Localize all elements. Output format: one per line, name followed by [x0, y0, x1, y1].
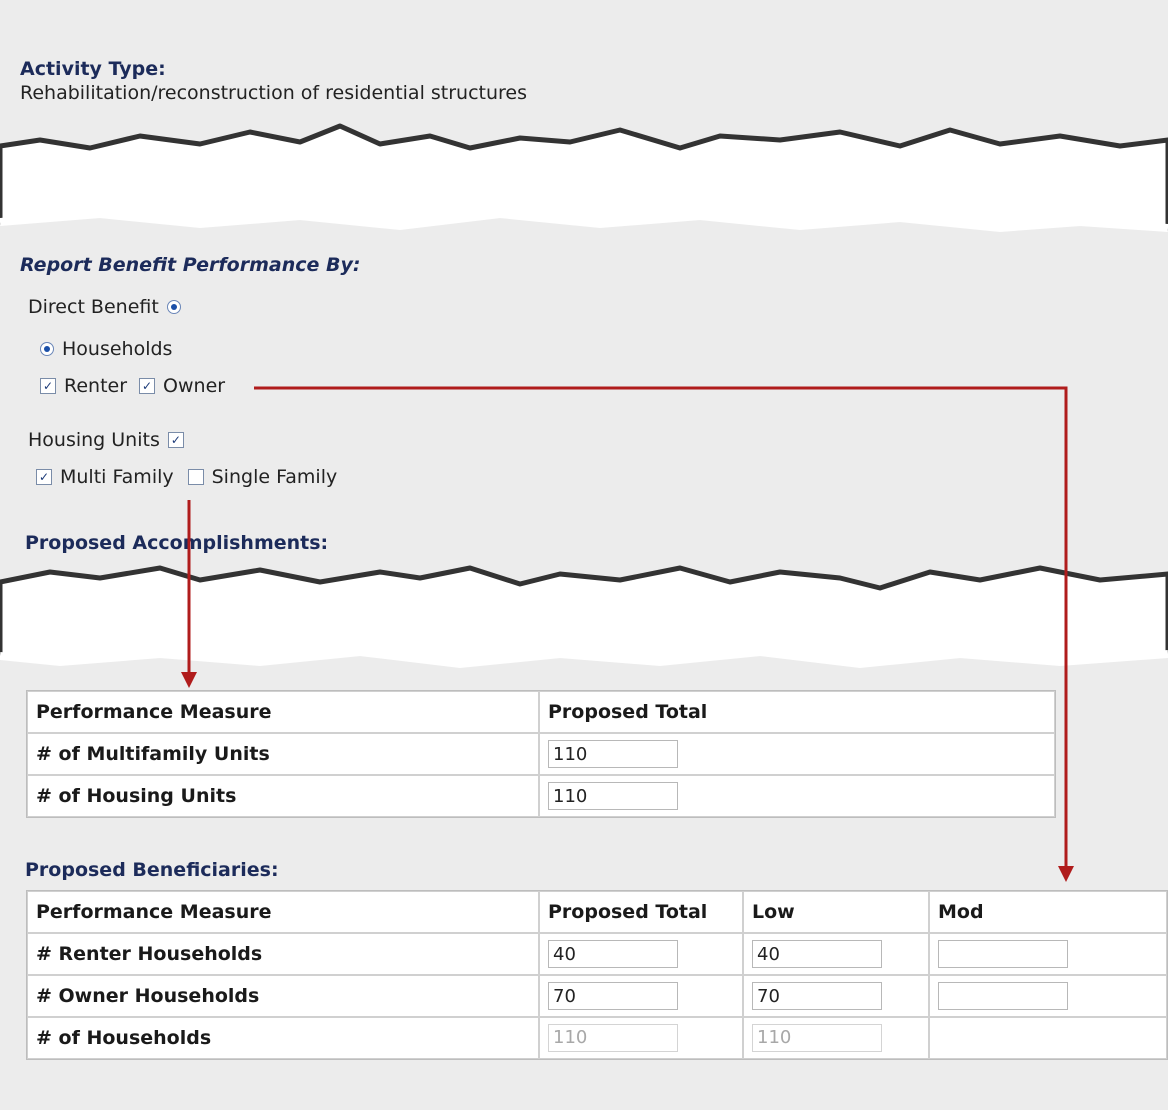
multifamily-units-input[interactable]: [548, 740, 678, 768]
multi-family-checkbox[interactable]: ✓: [36, 469, 52, 485]
owner-mod-input[interactable]: [938, 982, 1068, 1010]
header-performance-measure: Performance Measure: [27, 691, 539, 733]
multi-family-label: Multi Family: [60, 466, 174, 488]
table-row: # Renter Households: [27, 933, 1167, 975]
proposed-total-cell: [539, 733, 1055, 775]
family-options: ✓ Multi Family Single Family: [36, 466, 337, 488]
low-cell: [743, 933, 929, 975]
single-family-checkbox[interactable]: [187, 469, 204, 485]
households-radio[interactable]: [40, 342, 54, 356]
header-low: Low: [743, 891, 929, 933]
households-low-readonly: 110: [752, 1024, 882, 1052]
redacted-band-2: [0, 565, 1168, 669]
renter-owner-options: ✓ Renter ✓ Owner: [40, 375, 225, 397]
header-performance-measure: Performance Measure: [27, 891, 539, 933]
renter-label: Renter: [64, 375, 128, 397]
header-mod: Mod: [929, 891, 1167, 933]
activity-type-value: Rehabilitation/reconstruction of residen…: [20, 82, 528, 104]
households-label: Households: [62, 338, 173, 360]
renter-mod-input[interactable]: [938, 940, 1068, 968]
renter-total-input[interactable]: [548, 940, 678, 968]
low-cell: 110: [743, 1017, 929, 1059]
housing-units-label: Housing Units: [28, 429, 160, 451]
owner-total-input[interactable]: [548, 982, 678, 1010]
table-row: # of Multifamily Units: [27, 733, 1055, 775]
housing-units-checkbox[interactable]: ✓: [167, 432, 184, 448]
accomplishments-title: Proposed Accomplishments:: [25, 532, 329, 554]
header-proposed-total: Proposed Total: [539, 691, 1055, 733]
renter-low-input[interactable]: [752, 940, 882, 968]
accomplishments-table: Performance Measure Proposed Total # of …: [26, 690, 1056, 818]
housing-units-option[interactable]: Housing Units ✓: [28, 429, 184, 451]
table-row: # of Households 110 110: [27, 1017, 1167, 1059]
row-label: # of Multifamily Units: [27, 733, 539, 775]
header-proposed-total: Proposed Total: [539, 891, 743, 933]
total-cell: [539, 975, 743, 1017]
mod-cell: [929, 1017, 1167, 1059]
mod-cell: [929, 933, 1167, 975]
housing-units-input[interactable]: [548, 782, 678, 810]
low-cell: [743, 975, 929, 1017]
activity-type-label: Activity Type:: [20, 58, 166, 80]
single-family-label: Single Family: [211, 466, 338, 488]
table-header-row: Performance Measure Proposed Total: [27, 691, 1055, 733]
beneficiaries-table: Performance Measure Proposed Total Low M…: [26, 890, 1168, 1060]
total-cell: [539, 933, 743, 975]
proposed-total-cell: [539, 775, 1055, 817]
total-cell: 110: [539, 1017, 743, 1059]
mod-cell: [929, 975, 1167, 1017]
owner-low-input[interactable]: [752, 982, 882, 1010]
households-total-readonly: 110: [548, 1024, 678, 1052]
table-row: # Owner Households: [27, 975, 1167, 1017]
direct-benefit-option[interactable]: Direct Benefit: [28, 296, 181, 318]
renter-checkbox[interactable]: ✓: [40, 378, 56, 394]
table-row: # of Housing Units: [27, 775, 1055, 817]
redacted-band: [0, 123, 1168, 233]
owner-label: Owner: [163, 375, 226, 397]
row-label: # of Households: [27, 1017, 539, 1059]
row-label: # Renter Households: [27, 933, 539, 975]
table-header-row: Performance Measure Proposed Total Low M…: [27, 891, 1167, 933]
beneficiaries-title: Proposed Beneficiaries:: [25, 859, 279, 881]
owner-checkbox[interactable]: ✓: [139, 378, 156, 394]
report-benefit-title: Report Benefit Performance By:: [20, 254, 361, 276]
row-label: # Owner Households: [27, 975, 539, 1017]
direct-benefit-radio[interactable]: [166, 300, 181, 314]
row-label: # of Housing Units: [27, 775, 539, 817]
households-option[interactable]: Households: [40, 338, 172, 360]
direct-benefit-label: Direct Benefit: [28, 296, 159, 318]
